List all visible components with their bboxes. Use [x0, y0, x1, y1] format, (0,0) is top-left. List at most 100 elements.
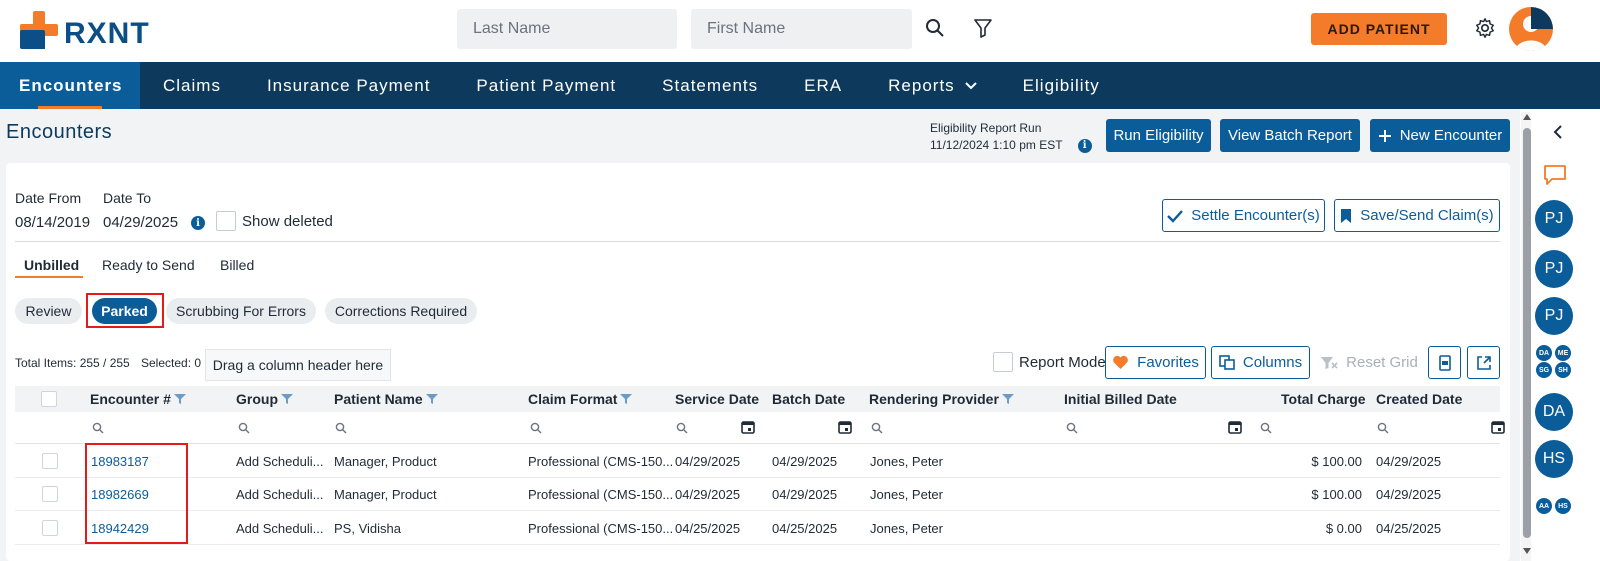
column-search-icon[interactable]: [1260, 422, 1272, 434]
rail-avatar[interactable]: PJ: [1535, 200, 1573, 238]
first-name-input[interactable]: [691, 9, 912, 49]
new-encounter-button[interactable]: New Encounter: [1370, 119, 1510, 152]
eligibility-run-time: 11/12/2024 1:10 pm EST: [930, 138, 1063, 152]
grid-cell: Jones, Peter: [870, 454, 943, 469]
scroll-down-icon[interactable]: [1523, 548, 1531, 554]
scrollbar-thumb[interactable]: [1523, 128, 1531, 538]
group-drop-zone[interactable]: Drag a column header here: [205, 349, 391, 381]
filter-funnel-icon[interactable]: [280, 393, 294, 405]
rail-mini-avatar[interactable]: SH: [1555, 362, 1571, 378]
chip-scrubbing-for-errors[interactable]: Scrubbing For Errors: [166, 298, 316, 324]
rail-mini-avatar[interactable]: AA: [1536, 498, 1552, 514]
tab-ready-to-send[interactable]: Ready to Send: [102, 257, 195, 273]
row-divider: [15, 544, 1500, 545]
reset-grid-button[interactable]: Reset Grid: [1316, 346, 1422, 379]
date-from-value[interactable]: 08/14/2019: [15, 214, 90, 231]
column-search-icon[interactable]: [335, 422, 347, 434]
calendar-icon[interactable]: [741, 420, 755, 434]
nav-patient-payment[interactable]: Patient Payment: [453, 62, 639, 109]
calendar-icon[interactable]: [1228, 420, 1242, 434]
filter-funnel-icon[interactable]: [425, 393, 439, 405]
scroll-up-icon[interactable]: [1523, 114, 1531, 120]
top-bar: RXNT ADD PATIENT: [0, 0, 1600, 62]
nav-encounters[interactable]: Encounters: [0, 62, 140, 109]
user-avatar[interactable]: [1509, 7, 1553, 51]
nav-eligibility[interactable]: Eligibility: [1000, 62, 1123, 109]
logo-text: RXNT: [64, 17, 150, 50]
col-total-charge[interactable]: Total Charge: [1281, 391, 1366, 407]
tab-unbilled[interactable]: Unbilled: [24, 257, 79, 273]
filter-funnel-icon[interactable]: [1001, 393, 1015, 405]
row-checkbox[interactable]: [42, 453, 58, 469]
nav-insurance-payment[interactable]: Insurance Payment: [244, 62, 453, 109]
column-search-icon[interactable]: [1377, 422, 1389, 434]
column-search-icon[interactable]: [530, 422, 542, 434]
grid-cell: PS, Vidisha: [334, 521, 401, 536]
show-deleted-checkbox[interactable]: [216, 211, 236, 231]
col-created-date[interactable]: Created Date: [1376, 391, 1462, 407]
rxnt-logo[interactable]: RXNT: [20, 11, 160, 51]
grid-cell: Professional (CMS-150...: [528, 454, 674, 469]
chevron-left-icon[interactable]: [1553, 125, 1563, 139]
column-search-icon[interactable]: [1066, 422, 1078, 434]
filter-icon[interactable]: [970, 15, 996, 41]
favorites-button[interactable]: Favorites: [1105, 346, 1206, 379]
column-search-icon[interactable]: [676, 422, 688, 434]
gear-icon[interactable]: [1472, 15, 1498, 41]
nav-era[interactable]: ERA: [781, 62, 865, 109]
date-to-value[interactable]: 04/29/2025: [103, 214, 178, 231]
calendar-icon[interactable]: [1491, 420, 1505, 434]
column-search-icon[interactable]: [92, 422, 104, 434]
clear-filter-icon: [1321, 356, 1338, 369]
nav-reports[interactable]: Reports: [865, 62, 1000, 109]
row-checkbox[interactable]: [42, 520, 58, 536]
add-patient-button[interactable]: ADD PATIENT: [1311, 13, 1447, 45]
rail-avatar[interactable]: HS: [1535, 440, 1573, 478]
last-name-input[interactable]: [457, 9, 677, 49]
view-batch-report-button[interactable]: View Batch Report: [1220, 119, 1360, 152]
filter-funnel-icon[interactable]: [173, 393, 187, 405]
page-title: Encounters: [6, 121, 113, 143]
search-icon[interactable]: [922, 15, 948, 41]
rail-mini-avatar[interactable]: ME: [1555, 345, 1571, 361]
col-patient-name[interactable]: Patient Name: [334, 391, 439, 407]
chip-review[interactable]: Review: [15, 298, 82, 324]
settle-encounters-button[interactable]: Settle Encounter(s): [1162, 199, 1325, 232]
chat-icon[interactable]: [1543, 164, 1567, 186]
chip-corrections-required[interactable]: Corrections Required: [325, 298, 477, 324]
rail-mini-avatar[interactable]: SG: [1536, 362, 1552, 378]
tab-billed[interactable]: Billed: [220, 257, 254, 273]
date-info-icon[interactable]: i: [191, 216, 205, 230]
filter-funnel-icon[interactable]: [619, 393, 633, 405]
col-claim-label: Claim Format: [528, 391, 618, 407]
col-initial-billed-date[interactable]: Initial Billed Date: [1064, 391, 1177, 407]
export-button[interactable]: [1467, 346, 1500, 379]
rail-avatar[interactable]: PJ: [1535, 297, 1573, 335]
row-checkbox[interactable]: [42, 486, 58, 502]
columns-button[interactable]: Columns: [1211, 346, 1310, 379]
rail-mini-avatar[interactable]: DA: [1536, 345, 1552, 361]
col-group[interactable]: Group: [236, 391, 294, 407]
rail-avatar[interactable]: DA: [1535, 393, 1573, 431]
col-batch-date[interactable]: Batch Date: [772, 391, 845, 407]
col-claim-format[interactable]: Claim Format: [528, 391, 633, 407]
export-csv-button[interactable]: [1428, 346, 1461, 379]
grid-cell: 04/29/2025: [675, 454, 741, 469]
new-encounter-label: New Encounter: [1399, 127, 1503, 144]
report-mode-checkbox[interactable]: [993, 352, 1013, 372]
col-encounter-number[interactable]: Encounter #: [90, 391, 187, 407]
calendar-icon[interactable]: [838, 420, 852, 434]
nav-statements[interactable]: Statements: [639, 62, 781, 109]
save-send-claims-button[interactable]: Save/Send Claim(s): [1334, 199, 1500, 232]
col-rendering-provider[interactable]: Rendering Provider: [869, 391, 1015, 407]
col-service-date[interactable]: Service Date: [675, 391, 759, 407]
column-search-icon[interactable]: [238, 422, 250, 434]
run-eligibility-button[interactable]: Run Eligibility: [1106, 119, 1211, 152]
info-icon[interactable]: i: [1077, 138, 1092, 153]
select-all-checkbox[interactable]: [41, 391, 57, 407]
rail-avatar[interactable]: PJ: [1535, 250, 1573, 288]
grid-cell: Add Scheduli...: [236, 487, 324, 502]
rail-mini-avatar[interactable]: HS: [1555, 498, 1571, 514]
nav-claims[interactable]: Claims: [140, 62, 244, 109]
column-search-icon[interactable]: [871, 422, 883, 434]
